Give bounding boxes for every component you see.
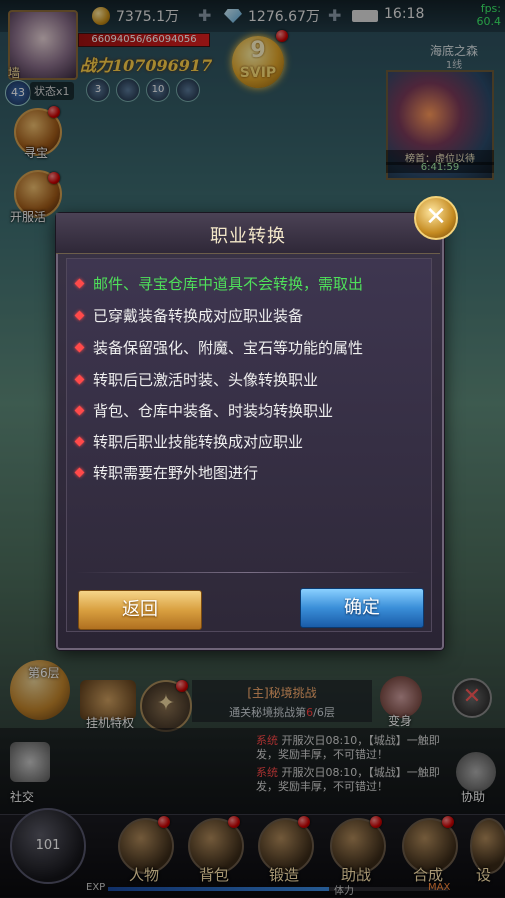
rule-text: 背包、仓库中装备、时装均转换职业 bbox=[93, 402, 334, 420]
bullet-icon bbox=[74, 436, 85, 447]
dialog-title: 职业转换 bbox=[210, 226, 286, 247]
bullet-icon bbox=[74, 278, 85, 289]
bullet-icon bbox=[74, 342, 85, 353]
rule-item: 装备保留强化、附魔、宝石等功能的属性 bbox=[74, 337, 364, 358]
rule-item: 背包、仓库中装备、时装均转换职业 bbox=[74, 400, 334, 421]
rule-text: 转职需要在野外地图进行 bbox=[93, 464, 259, 482]
rule-item: 转职需要在野外地图进行 bbox=[74, 462, 259, 483]
rule-text: 转职后已激活时装、头像转换职业 bbox=[93, 371, 319, 389]
rule-item: 转职后职业技能转换成对应职业 bbox=[74, 431, 304, 452]
rule-text: 邮件、寻宝仓库中道具不会转换，需取出 bbox=[93, 275, 364, 293]
rule-text: 已穿戴装备转换成对应职业装备 bbox=[93, 307, 304, 325]
close-button[interactable]: ✕ bbox=[414, 196, 458, 240]
rule-text: 装备保留强化、附魔、宝石等功能的属性 bbox=[93, 339, 364, 357]
rule-text: 转职后职业技能转换成对应职业 bbox=[93, 433, 304, 451]
bullet-icon bbox=[74, 310, 85, 321]
dialog-divider bbox=[76, 572, 420, 573]
bullet-icon bbox=[74, 374, 85, 385]
back-button[interactable]: 返回 bbox=[78, 590, 202, 630]
rule-item: 转职后已激活时装、头像转换职业 bbox=[74, 369, 319, 390]
rule-item: 邮件、寻宝仓库中道具不会转换，需取出 bbox=[74, 273, 364, 294]
confirm-button[interactable]: 确定 bbox=[300, 588, 424, 628]
bullet-icon bbox=[74, 405, 85, 416]
bullet-icon bbox=[74, 467, 85, 478]
rule-item: 已穿戴装备转换成对应职业装备 bbox=[74, 305, 304, 326]
